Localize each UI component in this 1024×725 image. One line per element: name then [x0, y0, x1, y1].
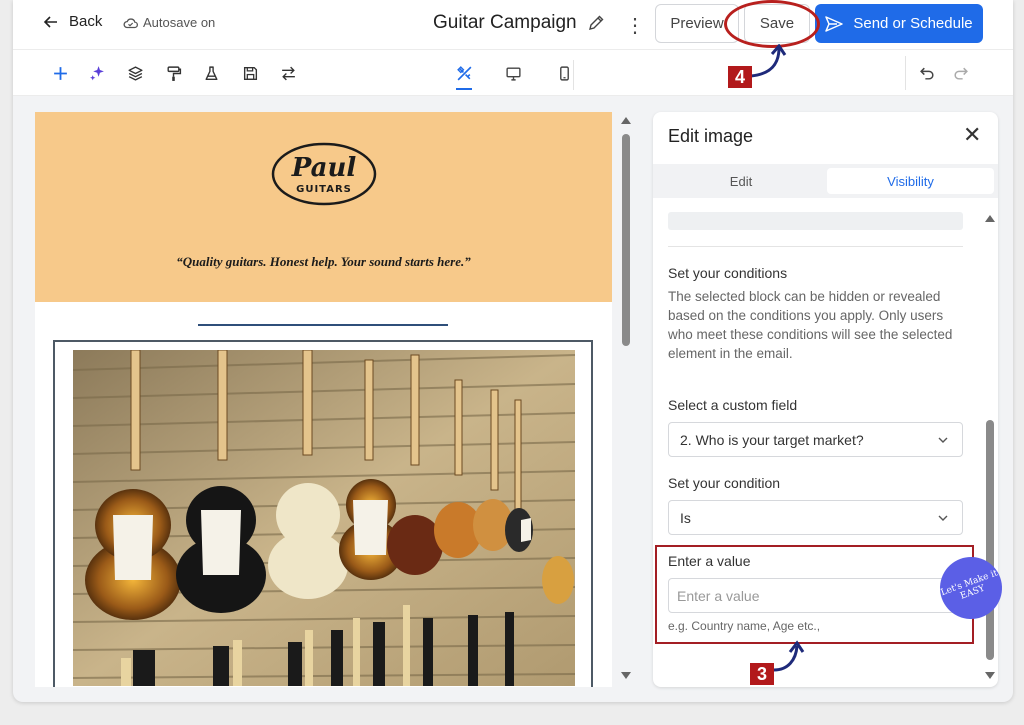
- guitar-wall-photo: [73, 350, 575, 686]
- logo-line1: Paul: [291, 153, 357, 183]
- send-icon: [825, 15, 844, 32]
- value-highlight-box: [655, 545, 974, 644]
- save-highlight-circle: [724, 0, 820, 48]
- tab-edit[interactable]: Edit: [657, 168, 825, 194]
- autosave-label: Autosave on: [143, 15, 216, 30]
- campaign-title-text: Guitar Campaign: [433, 12, 577, 33]
- condition-value: Is: [680, 509, 691, 526]
- curved-arrow-icon: [750, 44, 787, 78]
- cloud-icon: [123, 17, 138, 28]
- autosave-status: Autosave on: [123, 15, 215, 30]
- canvas-scrollbar[interactable]: [617, 112, 635, 687]
- desktop-view-icon[interactable]: [503, 63, 523, 83]
- tab-visibility[interactable]: Visibility: [827, 168, 994, 194]
- save-disk-icon[interactable]: [240, 63, 260, 83]
- paul-guitars-logo: Paul GUITARS: [271, 142, 377, 206]
- custom-field-select[interactable]: 2. Who is your target market?: [668, 422, 963, 457]
- custom-field-value: 2. Who is your target market?: [680, 431, 864, 448]
- email-divider[interactable]: [198, 324, 448, 326]
- section-divider: [668, 246, 963, 247]
- chevron-down-icon: [938, 437, 948, 443]
- toolbar-divider: [905, 56, 906, 90]
- toolbar-divider: [573, 60, 574, 90]
- arrow-left-icon: [43, 15, 57, 28]
- email-canvas[interactable]: Paul GUITARS “Quality guitars. Honest he…: [35, 112, 612, 687]
- flask-icon[interactable]: [201, 63, 221, 83]
- redo-icon[interactable]: [950, 63, 970, 83]
- design-tools-icon[interactable]: [454, 63, 474, 83]
- ai-sparkle-icon[interactable]: [87, 63, 107, 83]
- add-block-icon[interactable]: [50, 63, 70, 83]
- email-header-block[interactable]: Paul GUITARS “Quality guitars. Honest he…: [35, 112, 612, 302]
- email-tagline: “Quality guitars. Honest help. Your soun…: [176, 254, 471, 269]
- layers-icon[interactable]: [125, 63, 145, 83]
- conditions-heading: Set your conditions: [668, 265, 788, 281]
- conditions-description: The selected block can be hidden or reve…: [668, 289, 953, 361]
- pencil-icon[interactable]: [587, 14, 605, 32]
- close-icon[interactable]: ✕: [963, 122, 981, 148]
- editor-toolbar: [13, 50, 1013, 96]
- custom-field-label: Select a custom field: [668, 397, 798, 413]
- undo-icon[interactable]: [917, 63, 937, 83]
- condition-label: Set your condition: [668, 475, 781, 491]
- step-badge-3: 3: [750, 663, 774, 685]
- top-bar: Back Autosave on Guitar Campaign ⋮ Previ…: [13, 0, 1013, 50]
- selected-image-block[interactable]: [53, 340, 593, 687]
- swap-arrows-icon[interactable]: [278, 63, 298, 83]
- condition-select[interactable]: Is: [668, 500, 963, 535]
- chevron-down-icon: [938, 515, 948, 521]
- active-view-indicator: [456, 88, 472, 90]
- back-button[interactable]: Back: [43, 13, 102, 30]
- panel-title: Edit image: [668, 126, 754, 146]
- paint-roller-icon[interactable]: [163, 63, 183, 83]
- back-label: Back: [69, 13, 103, 30]
- panel-tabs: Edit Visibility: [653, 164, 998, 198]
- send-or-schedule-button[interactable]: Send or Schedule: [815, 4, 983, 43]
- curved-arrow-icon: [773, 640, 805, 672]
- more-options-icon[interactable]: ⋮: [625, 13, 645, 38]
- mobile-view-icon[interactable]: [554, 63, 574, 83]
- send-label: Send or Schedule: [853, 15, 973, 32]
- collapsed-section: [668, 212, 963, 230]
- step-badge-4: 4: [728, 66, 752, 88]
- logo-line2: GUITARS: [296, 184, 352, 195]
- campaign-title[interactable]: Guitar Campaign: [433, 12, 605, 34]
